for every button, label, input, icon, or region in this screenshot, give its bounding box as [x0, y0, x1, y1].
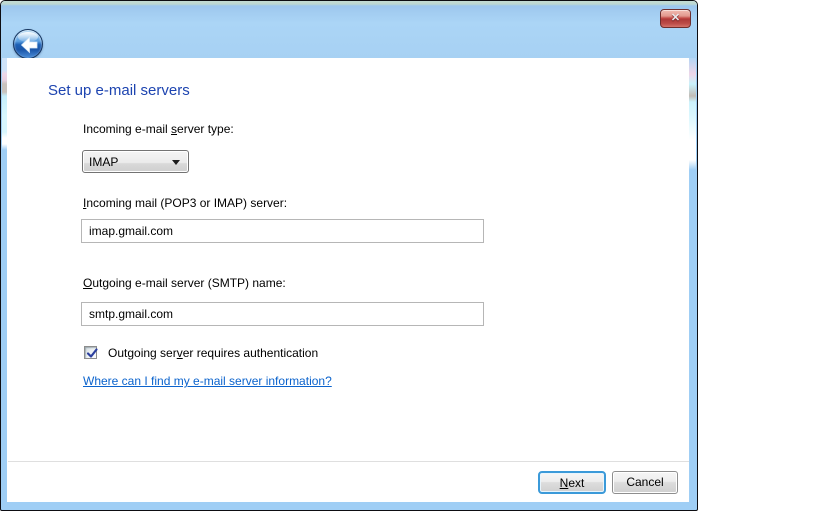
label-text-pre: Outgoing ser	[108, 346, 177, 360]
label-text-post: ncoming mail (POP3 or IMAP) server:	[86, 196, 287, 210]
label-text-post: er requires authentication	[183, 346, 318, 360]
incoming-server-label: Incoming mail (POP3 or IMAP) server:	[83, 196, 287, 210]
button-label-rest: ext	[568, 476, 584, 490]
wizard-window: ✕ Set up e-mail servers Incoming e-mail …	[0, 0, 698, 511]
next-button[interactable]: Next	[538, 471, 606, 494]
outgoing-server-label: Outgoing e-mail server (SMTP) name:	[83, 276, 286, 290]
incoming-type-label: Incoming e-mail server type:	[83, 122, 234, 136]
footer-separator	[8, 461, 689, 462]
outgoing-server-input[interactable]	[81, 302, 484, 326]
checkbox-check-icon	[85, 346, 100, 361]
label-accel: O	[83, 276, 92, 290]
page-title: Set up e-mail servers	[48, 82, 190, 99]
wizard-content: Set up e-mail servers Incoming e-mail se…	[7, 58, 689, 502]
cancel-button[interactable]: Cancel	[612, 471, 678, 494]
incoming-server-input[interactable]	[81, 219, 484, 243]
close-button[interactable]: ✕	[660, 9, 691, 28]
back-button[interactable]	[13, 29, 43, 59]
label-text-post: utgoing e-mail server (SMTP) name:	[92, 276, 285, 290]
server-info-help-link[interactable]: Where can I find my e-mail server inform…	[83, 374, 332, 388]
window-frame-right	[688, 58, 696, 502]
window-titlebar[interactable]	[1, 1, 697, 58]
label-text-post: erver type:	[177, 122, 234, 136]
label-text-pre: Incoming e-mail	[83, 122, 171, 136]
dropdown-selected-value: IMAP	[89, 155, 118, 169]
close-x-icon: ✕	[671, 12, 680, 24]
auth-checkbox[interactable]	[84, 346, 97, 359]
incoming-server-type-dropdown[interactable]: IMAP	[82, 150, 189, 173]
chevron-down-icon	[172, 160, 180, 165]
back-arrow-icon	[19, 36, 39, 54]
auth-checkbox-label[interactable]: Outgoing server requires authentication	[108, 346, 318, 360]
